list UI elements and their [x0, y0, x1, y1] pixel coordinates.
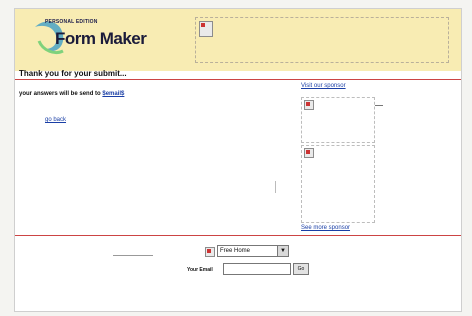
broken-image-icon [205, 247, 215, 257]
vertical-mark [275, 181, 276, 193]
home-select-value: Free Home [220, 248, 251, 254]
divider-top [15, 79, 461, 80]
answers-email-link[interactable]: $email$ [102, 91, 124, 97]
footer-line [113, 255, 153, 256]
visit-sponsor-link[interactable]: Visit our sponsor [301, 83, 346, 89]
dash-mark [375, 105, 383, 106]
go-button[interactable]: Go [293, 263, 309, 275]
sponsor-ad-1[interactable] [301, 97, 375, 143]
email-label: Your Email [187, 267, 213, 273]
page-frame: Personal Edition Form Maker Thank you fo… [14, 8, 462, 312]
broken-image-icon [304, 100, 314, 110]
page-title: Thank you for your submit... [19, 69, 127, 78]
go-back-link[interactable]: go back [45, 117, 66, 123]
answers-text: your answers will be send to [19, 91, 101, 97]
divider-bottom [15, 235, 461, 236]
home-select[interactable]: Free Home ▼ [217, 245, 289, 257]
form-maker-logo: Personal Edition Form Maker [33, 15, 163, 65]
sponsor-ad-2[interactable] [301, 145, 375, 223]
header-banner: Personal Edition Form Maker [15, 9, 461, 71]
logo-edition-label: Personal Edition [45, 19, 98, 25]
answers-notice: your answers will be send to $email$ [19, 91, 124, 97]
more-sponsor-link[interactable]: See more sponsor [301, 225, 350, 231]
broken-image-icon [304, 148, 314, 158]
logo-title: Form Maker [55, 29, 147, 48]
chevron-down-icon[interactable]: ▼ [277, 246, 288, 256]
email-input[interactable] [223, 263, 291, 275]
broken-image-icon [199, 21, 213, 37]
banner-placeholder [195, 17, 449, 63]
